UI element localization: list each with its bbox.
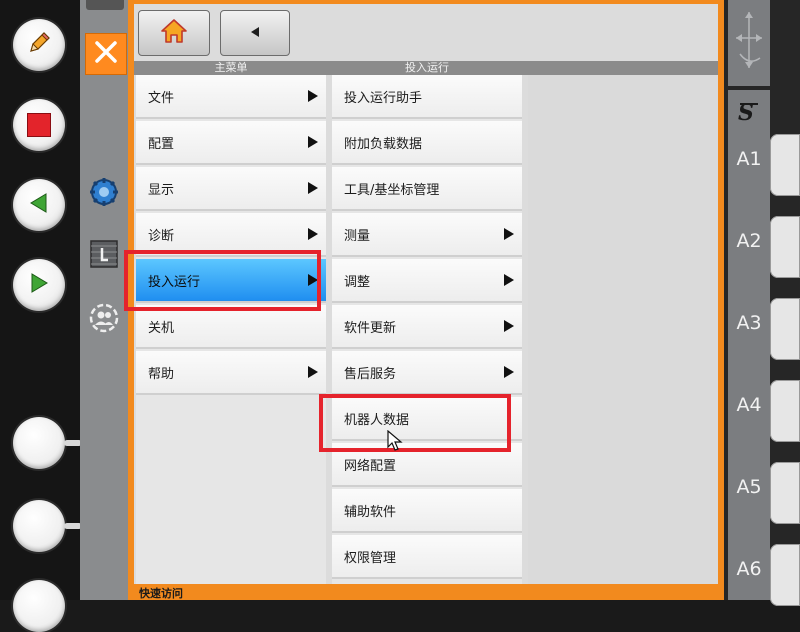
axis-label: A4 [736, 394, 762, 416]
main-menu-item[interactable]: 文件 [136, 75, 326, 119]
submenu-item[interactable]: 软件更新 [332, 305, 522, 349]
axis-label: A3 [736, 312, 762, 334]
main-menu-item[interactable]: 显示 [136, 167, 326, 211]
submenu-item[interactable]: 工具/基坐标管理 [332, 167, 522, 211]
submenu-item-label: 附加负载数据 [344, 136, 423, 152]
axis-label: A1 [736, 148, 762, 170]
axis-jog-key[interactable] [770, 134, 800, 196]
user-key-3[interactable] [13, 580, 65, 632]
submenu-item-label: 测量 [344, 228, 371, 244]
main-menu-item[interactable]: 关机 [136, 305, 326, 349]
home-icon [160, 18, 188, 48]
side-toolbar [80, 0, 128, 600]
main-menu-item-label: 显示 [148, 182, 175, 198]
side-toolbar-cap [86, 0, 124, 10]
axis-jog-key[interactable] [770, 216, 800, 278]
submenu-list: 投入运行助手 附加负载数据 工具/基坐标管理 测量 调整 软件更新 售后服务 机器人数据 网络配… [332, 75, 522, 584]
empty-submenu-pane [528, 75, 718, 584]
submenu-item-label: 网络配置 [344, 458, 397, 474]
main-menu-item-label: 帮助 [148, 366, 175, 382]
submenu-arrow-icon [504, 366, 514, 378]
main-menu-item-label: 配置 [148, 136, 175, 152]
submenu-item-label: 工具/基坐标管理 [344, 182, 440, 198]
close-menu-button[interactable] [85, 33, 127, 75]
submenu-item-label: 权限管理 [344, 550, 397, 566]
main-menu-list: 文件 配置 显示 诊断 投入运行 关机 帮助 [136, 75, 326, 584]
submenu-item-label: 辅助软件 [344, 504, 397, 520]
submenu-item[interactable]: 辅助软件 [332, 489, 522, 533]
pencil-icon [24, 28, 54, 62]
start-forward-button[interactable] [13, 259, 65, 311]
submenu-item[interactable]: 权限管理 [332, 535, 522, 579]
submenu-arrow-icon [504, 274, 514, 286]
user-group-icon [88, 302, 120, 338]
main-menu-item-label: 诊断 [148, 228, 175, 244]
axis-label: A6 [736, 558, 762, 580]
submenu-arrow-icon [308, 136, 318, 148]
step-backward-button[interactable] [13, 179, 65, 231]
main-menu-header: 主菜单 [214, 61, 248, 74]
quick-access-label: 快速访问 [139, 587, 183, 600]
quick-access-bar[interactable]: 快速访问 [134, 584, 718, 600]
user-key-1[interactable] [13, 417, 65, 469]
play-backward-icon [26, 190, 52, 220]
submenu-item[interactable]: 投入运行助手 [332, 75, 522, 119]
submenu-item-label: 调整 [344, 274, 371, 290]
main-menu-item-label: 关机 [148, 320, 175, 336]
home-button[interactable] [138, 10, 210, 56]
submenu-arrow-icon [308, 90, 318, 102]
submenu-arrow-icon [504, 320, 514, 332]
axis-jog-key[interactable] [770, 544, 800, 606]
close-icon [93, 39, 119, 69]
submenu-item[interactable]: 测量 [332, 213, 522, 257]
submenu-header: 投入运行 [405, 61, 449, 74]
space-mouse-icon [732, 8, 766, 78]
submenu-item[interactable]: 调整 [332, 259, 522, 303]
submenu-arrow-icon [308, 182, 318, 194]
space-mouse-area[interactable] [728, 0, 770, 86]
status-gear-button[interactable] [86, 176, 122, 212]
program-chip-icon [88, 238, 120, 274]
back-arrow-icon [248, 24, 262, 43]
submenu-item[interactable]: 售后服务 [332, 351, 522, 395]
submenu-arrow-icon [504, 228, 514, 240]
axis-jog-key[interactable] [770, 462, 800, 524]
highlight-box-robot-data [319, 394, 511, 452]
axis-jog-key[interactable] [770, 298, 800, 360]
back-button[interactable] [220, 10, 290, 56]
status-program-button[interactable] [86, 238, 122, 274]
axis-label: A5 [736, 476, 762, 498]
submenu-item[interactable]: 附加负载数据 [332, 121, 522, 165]
main-menu-item[interactable]: 配置 [136, 121, 326, 165]
cursor-arrow-icon [387, 429, 403, 456]
axis-jog-key[interactable] [770, 380, 800, 442]
highlight-box-commissioning [124, 250, 321, 311]
submenu-arrow-icon [308, 366, 318, 378]
play-forward-icon [26, 270, 52, 300]
submenu-arrow-icon [308, 228, 318, 240]
main-menu-item[interactable]: 帮助 [136, 351, 326, 395]
edit-button[interactable] [13, 19, 65, 71]
stop-icon [27, 113, 51, 137]
user-key-2[interactable] [13, 500, 65, 552]
gear-icon [88, 176, 120, 212]
submenu-item-label: 投入运行助手 [344, 90, 423, 106]
coordinate-system-icon[interactable]: S [736, 98, 762, 128]
submenu-item-label: 售后服务 [344, 366, 397, 382]
user-group-button[interactable] [86, 302, 122, 338]
submenu-item-label: 软件更新 [344, 320, 397, 336]
stop-button[interactable] [13, 99, 65, 151]
main-menu-item-label: 文件 [148, 90, 175, 106]
axis-label: A2 [736, 230, 762, 252]
